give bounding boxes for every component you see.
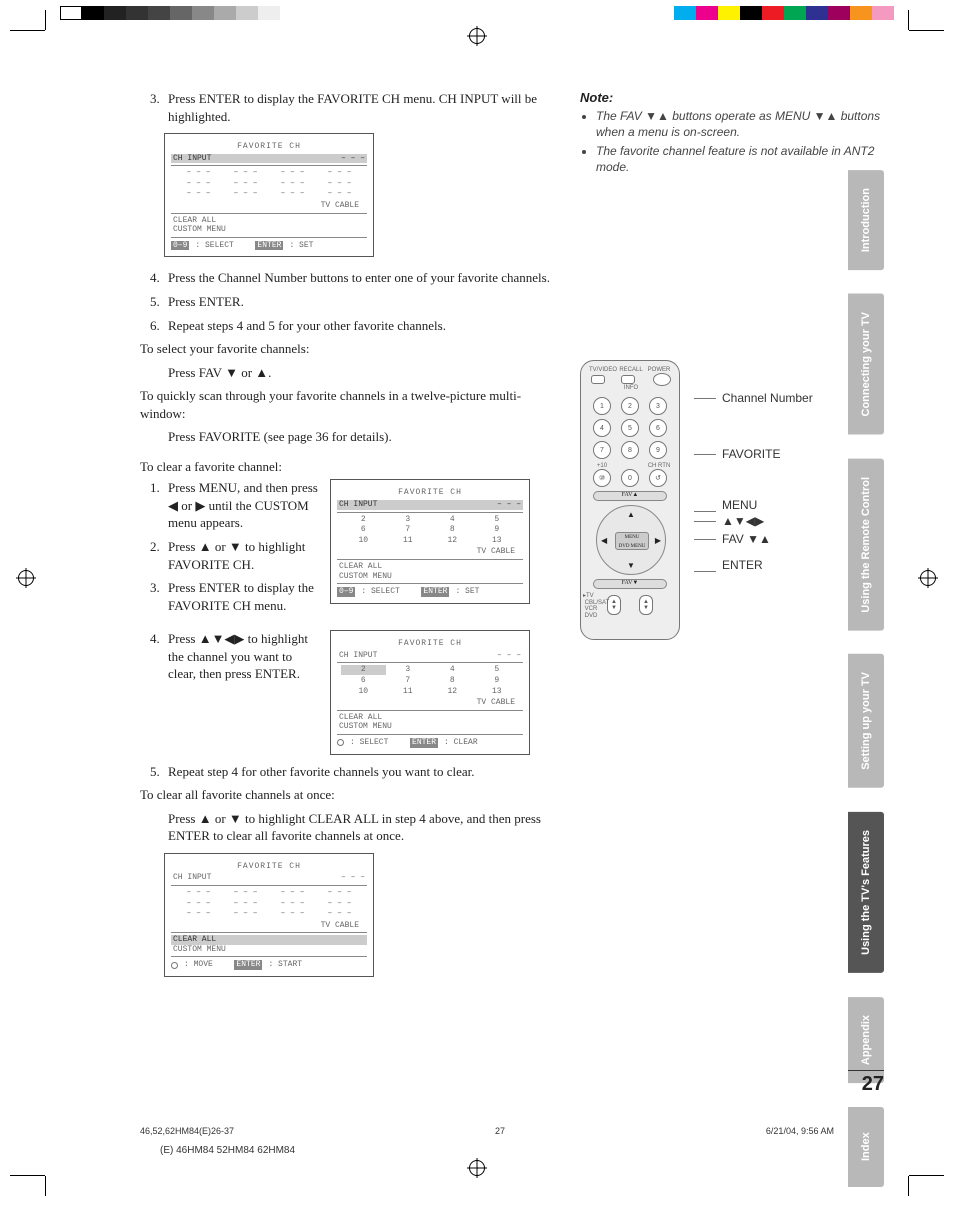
press-fav: Press FAV ▼ or ▲. xyxy=(140,364,550,382)
footer-file: 46,52,62HM84(E)26-37 xyxy=(140,1126,234,1136)
label-arrows: ▲▼◀▶ xyxy=(722,514,764,528)
label-menu: MENU xyxy=(722,498,757,512)
tab-features: Using the TV's Features xyxy=(848,812,884,973)
step-4: Press the Channel Number buttons to ente… xyxy=(168,270,550,285)
clear-step-4: Press ▲▼◀▶ to highlight the channel you … xyxy=(168,631,308,681)
main-content: 3.Press ENTER to display the FAVORITE CH… xyxy=(140,90,550,989)
section-tabs: Introduction Connecting your TV Using th… xyxy=(848,170,884,1187)
clear-all-body: Press ▲ or ▼ to highlight CLEAR ALL in s… xyxy=(140,810,550,845)
step-6: Repeat steps 4 and 5 for your other favo… xyxy=(168,318,446,333)
osd-favorite-clear-all: FAVORITE CH CH INPUT– – – – – –– – –– – … xyxy=(164,853,374,977)
scan-intro: To quickly scan through your favorite ch… xyxy=(140,387,550,422)
step-5: Press ENTER. xyxy=(168,294,244,309)
remote-diagram: TV/VIDEO RECALL POWER INFO 1 2 3 4 5 6 7… xyxy=(580,360,813,640)
model-numbers: (E) 46HM84 52HM84 62HM84 xyxy=(160,1145,295,1156)
clear-step-1: Press MENU, and then press ◀ or ▶ until … xyxy=(168,480,318,530)
tab-setting-up: Setting up your TV xyxy=(848,654,884,788)
tab-remote: Using the Remote Control xyxy=(848,459,884,631)
print-swatches-left xyxy=(60,6,280,20)
tab-index: Index xyxy=(848,1107,884,1187)
select-heading: To select your favorite channels: xyxy=(140,340,550,358)
step-3: Press ENTER to display the FAVORITE CH m… xyxy=(168,91,537,124)
label-favorite: FAVORITE xyxy=(722,447,780,461)
press-favorite: Press FAVORITE (see page 36 for details)… xyxy=(140,428,550,446)
clear-step-5: Repeat step 4 for other favorite channel… xyxy=(168,764,474,779)
osd-favorite-empty: FAVORITE CH CH INPUT– – – – – –– – –– – … xyxy=(164,133,374,257)
label-enter: ENTER xyxy=(722,558,763,572)
note-item-2: The favorite channel feature is not avai… xyxy=(596,144,884,175)
footer-date: 6/21/04, 9:56 AM xyxy=(766,1126,834,1136)
clear-step-2: Press ▲ or ▼ to highlight FAVORITE CH. xyxy=(168,539,305,572)
tab-introduction: Introduction xyxy=(848,170,884,270)
osd-favorite-clear-one: FAVORITE CH CH INPUT– – – 2345 6789 1011… xyxy=(330,630,530,754)
clear-step-3: Press ENTER to display the FAVORITE CH m… xyxy=(168,580,314,613)
clear-heading: To clear a favorite channel: xyxy=(140,458,550,476)
note-item-1: The FAV ▼▲ buttons operate as MENU ▼▲ bu… xyxy=(596,109,884,140)
label-channel-number: Channel Number xyxy=(722,391,813,405)
footer-page: 27 xyxy=(495,1126,505,1136)
clear-all-heading: To clear all favorite channels at once: xyxy=(140,786,550,804)
note-title: Note: xyxy=(580,90,884,105)
print-footer: 46,52,62HM84(E)26-37 27 6/21/04, 9:56 AM xyxy=(140,1126,884,1136)
page-number: 27 xyxy=(848,1070,884,1096)
print-swatches-right xyxy=(674,6,894,20)
osd-favorite-filled: FAVORITE CH CH INPUT– – – 2345 6789 1011… xyxy=(330,479,530,603)
note-box: Note: The FAV ▼▲ buttons operate as MENU… xyxy=(580,90,884,175)
label-fav-updown: FAV ▼▲ xyxy=(722,532,771,546)
tab-connecting: Connecting your TV xyxy=(848,294,884,435)
